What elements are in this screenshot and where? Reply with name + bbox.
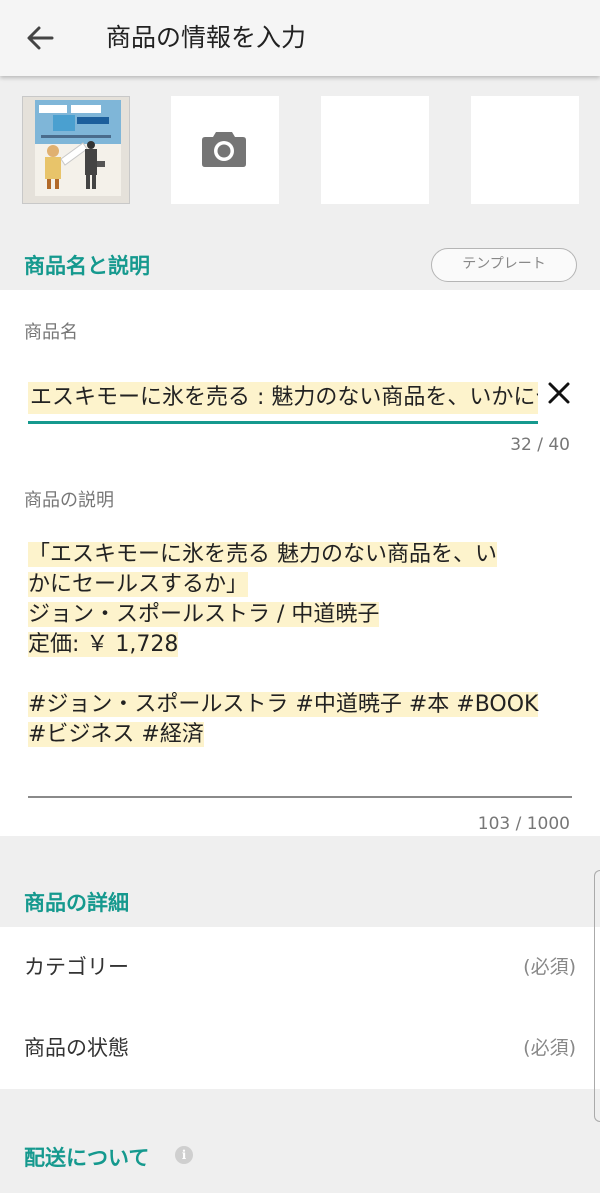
book-cover-thumbnail: [23, 97, 129, 203]
category-label: カテゴリー: [24, 955, 129, 979]
app-bar: 商品の情報を入力: [0, 0, 600, 76]
photo-slot-4[interactable]: [471, 96, 579, 204]
photo-slots: [0, 76, 600, 230]
info-icon[interactable]: i: [175, 1146, 193, 1164]
product-description-label: 商品の説明: [24, 490, 114, 511]
description-line: [28, 660, 573, 690]
product-name-counter: 32 / 40: [510, 435, 570, 455]
name-description-card: 商品名 エスキモーに氷を売る : 魅力のない商品を、いかにセールスするか 32 …: [0, 290, 600, 836]
page-title: 商品の情報を入力: [106, 23, 307, 52]
description-line: ジョン・スポールストラ / 中道暁子: [28, 602, 380, 627]
description-line: 定価: ￥ 1,728: [28, 632, 179, 657]
condition-required: (必須): [523, 1037, 576, 1059]
section-title-shipping: 配送について: [24, 1146, 150, 1170]
category-required: (必須): [523, 956, 576, 978]
description-line: #ビジネス #経済: [28, 722, 204, 747]
arrow-left-icon[interactable]: [22, 20, 58, 56]
description-line: 「エスキモーに氷を売る 魅力のない商品を、い: [28, 542, 497, 567]
details-card: カテゴリー (必須) 商品の状態 (必須): [0, 927, 600, 1089]
section-title-details: 商品の詳細: [24, 891, 129, 915]
template-button[interactable]: テンプレート: [431, 248, 577, 282]
condition-row[interactable]: 商品の状態 (必須): [0, 1008, 600, 1089]
photo-slot-1[interactable]: [22, 96, 130, 204]
description-line: かにセールスするか」: [28, 572, 249, 597]
scroll-edge-handle[interactable]: [594, 870, 600, 1122]
close-icon[interactable]: [546, 380, 572, 406]
photo-slot-2[interactable]: [171, 96, 279, 204]
condition-label: 商品の状態: [24, 1036, 129, 1060]
product-description-input[interactable]: 「エスキモーに氷を売る 魅力のない商品を、い かにセールスするか」 ジョン・スポ…: [28, 540, 573, 750]
product-description-counter: 103 / 1000: [477, 814, 570, 834]
product-name-input[interactable]: エスキモーに氷を売る : 魅力のない商品を、いかにセールスするか: [28, 376, 538, 424]
photo-slot-3[interactable]: [321, 96, 429, 204]
product-name-label: 商品名: [24, 322, 78, 343]
section-title-name-description: 商品名と説明: [24, 254, 150, 278]
description-underline: [28, 796, 572, 798]
description-line: #ジョン・スポールストラ #中道暁子 #本 #BOOK: [28, 692, 539, 717]
camera-icon: [202, 132, 246, 167]
product-name-value: エスキモーに氷を売る : 魅力のない商品を、いかにセールスするか: [28, 382, 538, 414]
category-row[interactable]: カテゴリー (必須): [0, 927, 600, 1008]
